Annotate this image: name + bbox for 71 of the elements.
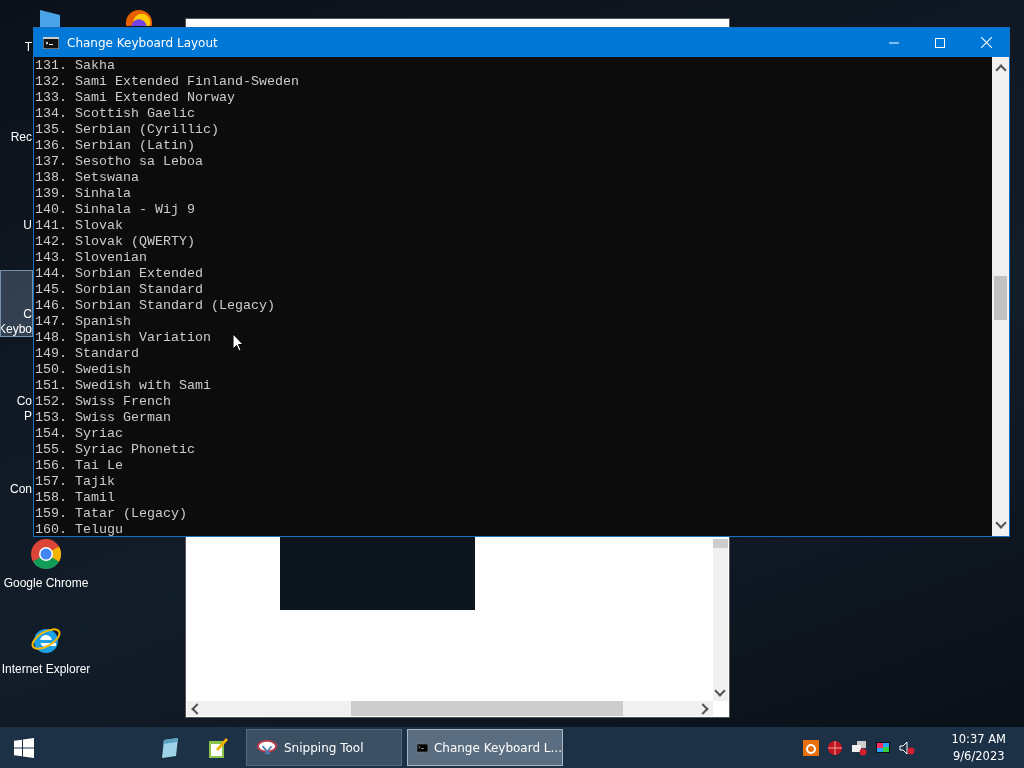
taskbar-button[interactable]: Snipping Tool <box>246 729 402 766</box>
console-line: 156. Tai Le <box>35 458 123 474</box>
console-line: 155. Syriac Phonetic <box>35 442 195 458</box>
console-line: 150. Swedish <box>35 362 131 378</box>
console-line: 151. Swedish with Sami <box>35 378 211 394</box>
desktop-icon[interactable]: Rec <box>0 130 33 146</box>
scroll-thumb[interactable] <box>351 701 623 716</box>
date-text: 9/6/2023 <box>952 747 1005 765</box>
speaker-muted-icon[interactable] <box>899 739 916 756</box>
desktop-icon[interactable]: Internet Explorer <box>0 620 92 704</box>
scroll-thumb[interactable] <box>713 539 728 548</box>
console-line: 134. Scottish Gaelic <box>35 106 195 122</box>
console-line: 132. Sami Extended Finland-Sweden <box>35 74 299 90</box>
maximize-icon <box>935 37 945 48</box>
console-line: 160. Telugu <box>35 522 123 536</box>
scrollbar[interactable] <box>713 539 728 701</box>
console-line: 152. Swiss French <box>35 394 171 410</box>
network-error-icon[interactable] <box>851 739 868 756</box>
color-display-icon[interactable] <box>875 739 892 756</box>
console-line: 137. Sesotho sa Leboa <box>35 154 203 170</box>
console-line: 139. Sinhala <box>35 186 131 202</box>
console-line: 157. Tajik <box>35 474 115 490</box>
icon-label: Google Chrome <box>3 576 89 591</box>
icon-label: U <box>23 218 32 233</box>
scissors-icon <box>256 738 278 757</box>
console-line: 159. Tatar (Legacy) <box>35 506 187 522</box>
icon-label: C <box>23 307 32 322</box>
console-line: 133. Sami Extended Norway <box>35 90 235 106</box>
scrollbar[interactable] <box>187 701 713 716</box>
desktop-icon[interactable]: Con <box>0 482 33 498</box>
chrome-icon <box>30 538 62 570</box>
icon-label: Co <box>16 394 32 409</box>
console-line: 141. Slovak <box>35 218 123 234</box>
console-line: 143. Slovenian <box>35 250 147 266</box>
console-line: 146. Sorbian Standard (Legacy) <box>35 298 275 314</box>
window-title: Change Keyboard Layout <box>67 35 219 50</box>
scroll-thumb[interactable] <box>994 276 1007 320</box>
desktop-icon[interactable]: U <box>0 218 33 234</box>
clock[interactable]: 10:37 AM 9/6/2023 <box>951 730 1006 765</box>
console-line: 154. Syriac <box>35 426 123 442</box>
console-line: 145. Sorbian Standard <box>35 282 203 298</box>
console-line: 136. Serbian (Latin) <box>35 138 195 154</box>
console-line: 144. Sorbian Extended <box>35 266 203 282</box>
icon-label: P <box>24 409 32 424</box>
console-line: 138. Setswana <box>35 170 139 186</box>
close-icon <box>980 37 992 48</box>
console-line: 131. Sakha <box>35 58 115 74</box>
taskbar-button[interactable]: Change Keyboard L... <box>407 729 563 766</box>
desktop-icon[interactable]: T <box>0 40 33 56</box>
console-line: 158. Tamil <box>35 490 115 506</box>
icon-label: Con <box>10 482 32 497</box>
mouse-cursor-icon <box>232 333 244 352</box>
console-line: 140. Sinhala - Wij 9 <box>35 202 195 218</box>
icon-label: T <box>24 40 32 55</box>
desktop-icon[interactable]: Co P <box>0 394 33 425</box>
console-line: 147. Spanish <box>35 314 131 330</box>
console-line: 149. Standard <box>35 346 139 362</box>
console-line: 142. Slovak (QWERTY) <box>35 234 195 250</box>
console-line: 148. Spanish Variation <box>35 330 211 346</box>
icon-label: Internet Explorer <box>1 662 91 677</box>
icon-label: Rec <box>10 130 32 145</box>
time-text: 10:37 AM <box>951 730 1006 748</box>
console-line: 153. Swiss German <box>35 410 171 426</box>
editor-icon[interactable] <box>207 736 229 759</box>
scrollbar[interactable] <box>992 57 1009 536</box>
windows-logo-icon[interactable] <box>14 737 34 758</box>
notepad-icon[interactable] <box>159 736 181 759</box>
globe-icon[interactable] <box>827 739 844 756</box>
console-line: 135. Serbian (Cyrillic) <box>35 122 219 138</box>
console-icon <box>43 36 59 49</box>
desktop-icon[interactable]: Google Chrome <box>0 534 92 618</box>
